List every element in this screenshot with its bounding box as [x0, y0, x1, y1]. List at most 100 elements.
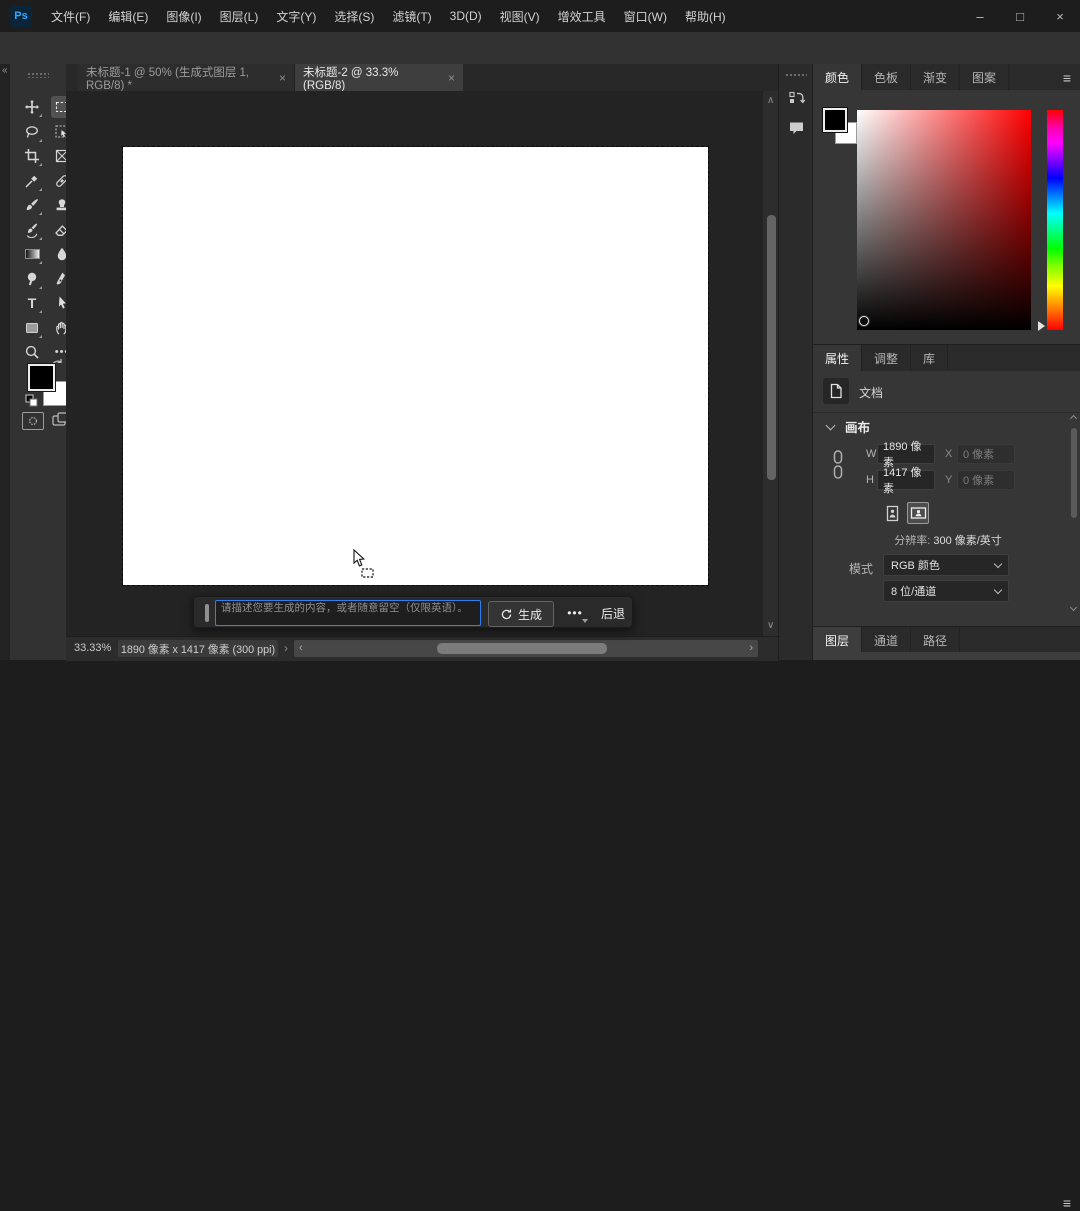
brush-tool[interactable]	[21, 194, 43, 216]
scroll-left-icon[interactable]: ‹	[299, 642, 303, 654]
menu-type[interactable]: 文字(Y)	[267, 8, 325, 25]
crop-tool[interactable]	[21, 145, 43, 167]
canvas-vertical-scrollbar[interactable]: ∧ ∨	[762, 91, 779, 636]
generative-prompt-input[interactable]	[215, 600, 481, 626]
menu-view[interactable]: 视图(V)	[491, 8, 549, 25]
quick-mask-icon[interactable]	[22, 412, 44, 430]
minimize-button[interactable]: –	[960, 0, 1000, 32]
tool-bar: T •••	[10, 64, 73, 660]
title-bar: Ps 文件(F) 编辑(E) 图像(I) 图层(L) 文字(Y) 选择(S) 滤…	[0, 0, 1080, 33]
status-expand-icon[interactable]: ›	[284, 641, 288, 655]
section-chevron-icon[interactable]	[825, 420, 836, 431]
lasso-tool[interactable]	[21, 121, 43, 143]
dock-grip[interactable]	[785, 73, 807, 77]
more-flyout-icon	[582, 619, 588, 623]
menu-select[interactable]: 选择(S)	[325, 8, 383, 25]
zoom-tool[interactable]	[21, 341, 43, 363]
tab-gradients[interactable]: 渐变	[911, 64, 961, 90]
options-bar: 羽化: 消除锯齿 样式: 正常 宽度: ⇄ 高度: 选择并遮住 ... 共享	[0, 32, 1080, 93]
eyedropper-tool[interactable]	[21, 170, 43, 192]
menu-edit[interactable]: 编辑(E)	[99, 8, 157, 25]
properties-panel-tabs: 属性 调整 库 ≡	[813, 344, 1080, 647]
panel-menu-icon[interactable]: ≡	[1063, 70, 1071, 86]
maximize-button[interactable]: □	[1000, 0, 1040, 32]
collapsed-panel-dock	[778, 64, 813, 660]
tab-adjustments[interactable]: 调整	[862, 345, 912, 371]
gradient-tool[interactable]	[21, 243, 43, 265]
canvas-x-input[interactable]: 0 像素	[957, 444, 1015, 464]
properties-scrollbar[interactable]	[1069, 414, 1079, 612]
panel-menu-icon[interactable]: ≡	[1063, 1195, 1071, 1211]
document-tab-bar: 未标题-1 @ 50% (生成式图层 1, RGB/8) * × 未标题-2 @…	[66, 64, 778, 92]
tab-properties[interactable]: 属性	[813, 345, 863, 371]
back-button[interactable]: 后退	[596, 601, 630, 625]
scroll-up-icon[interactable]: ∧	[767, 96, 774, 106]
orientation-portrait-button[interactable]	[881, 502, 903, 524]
h-label: H	[866, 474, 874, 486]
tab-close-icon[interactable]: ×	[279, 71, 286, 85]
canvas-viewport[interactable]	[66, 91, 762, 636]
menu-window[interactable]: 窗口(W)	[615, 8, 676, 25]
canvas-height-input[interactable]: 1417 像素	[877, 467, 935, 495]
tab-close-icon[interactable]: ×	[448, 71, 455, 85]
canvas-width-input[interactable]: 1890 像素	[877, 441, 935, 469]
menu-3d[interactable]: 3D(D)	[441, 9, 491, 23]
scroll-right-icon[interactable]: ›	[749, 642, 753, 654]
default-colors-icon[interactable]	[25, 394, 38, 412]
vertical-scroll-thumb[interactable]	[766, 215, 776, 480]
document-properties-icon[interactable]	[823, 378, 849, 404]
mode-label: 模式	[849, 562, 874, 576]
tab-libraries[interactable]: 库	[911, 345, 949, 371]
rectangle-tool[interactable]	[21, 317, 43, 339]
history-panel-icon[interactable]	[784, 86, 808, 110]
horizontal-scroll-thumb[interactable]	[437, 643, 607, 654]
type-tool[interactable]: T	[21, 292, 43, 314]
canvas-with-selection[interactable]	[122, 146, 709, 586]
collapse-dock-icon[interactable]: «	[2, 65, 8, 76]
hue-slider[interactable]	[1047, 110, 1063, 330]
menu-plugins[interactable]: 增效工具	[549, 8, 615, 25]
color-mode-select[interactable]: RGB 颜色	[883, 554, 1009, 576]
menu-file[interactable]: 文件(F)	[42, 8, 99, 25]
tab-color[interactable]: 颜色	[813, 64, 863, 90]
hue-slider-marker[interactable]	[1038, 321, 1045, 331]
taskbar-more-button[interactable]: •••	[560, 601, 590, 625]
menu-layer[interactable]: 图层(L)	[211, 8, 268, 25]
document-tab-active[interactable]: 未标题-2 @ 33.3%(RGB/8) ×	[295, 64, 463, 92]
document-dimensions[interactable]: 1890 像素 x 1417 像素 (300 ppi)	[118, 640, 278, 657]
comments-panel-icon[interactable]	[784, 116, 808, 140]
scroll-up-icon[interactable]	[1069, 414, 1078, 423]
tab-swatches[interactable]: 色板	[862, 64, 912, 90]
close-button[interactable]: ×	[1040, 0, 1080, 32]
toolbar-grip[interactable]	[27, 72, 49, 78]
menu-filter[interactable]: 滤镜(T)	[383, 8, 440, 25]
color-field[interactable]	[857, 110, 1031, 330]
panel-foreground-swatch[interactable]	[823, 108, 847, 132]
generate-button[interactable]: 生成	[488, 601, 554, 627]
scroll-down-icon[interactable]: ∨	[767, 621, 774, 631]
bit-depth-select[interactable]: 8 位/通道	[883, 580, 1009, 602]
properties-scroll-thumb[interactable]	[1071, 428, 1077, 518]
scroll-down-icon[interactable]	[1069, 603, 1078, 612]
tab-channels[interactable]: 通道	[862, 627, 912, 653]
orientation-landscape-button[interactable]	[907, 502, 929, 524]
history-brush-tool[interactable]	[21, 219, 43, 241]
color-field-marker[interactable]	[859, 316, 869, 326]
tab-patterns[interactable]: 图案	[960, 64, 1010, 90]
link-dimensions-icon[interactable]	[831, 449, 845, 486]
zoom-level[interactable]: 33.33%	[74, 642, 111, 654]
canvas-horizontal-scrollbar[interactable]: ‹ ›	[294, 640, 758, 657]
menu-image[interactable]: 图像(I)	[157, 8, 210, 25]
foreground-color-swatch[interactable]	[28, 364, 55, 391]
w-label: W	[866, 448, 877, 460]
dodge-tool[interactable]	[21, 268, 43, 290]
status-bar: 33.33% 1890 像素 x 1417 像素 (300 ppi) › ‹ ›	[66, 636, 778, 661]
move-tool[interactable]	[21, 96, 43, 118]
menu-help[interactable]: 帮助(H)	[676, 8, 735, 25]
taskbar-grip[interactable]	[205, 604, 209, 622]
canvas-y-input[interactable]: 0 像素	[957, 470, 1015, 490]
document-tab-inactive[interactable]: 未标题-1 @ 50% (生成式图层 1, RGB/8) * ×	[78, 64, 295, 92]
tab-layers[interactable]: 图层	[813, 627, 863, 653]
tab-paths[interactable]: 路径	[911, 627, 961, 653]
contextual-taskbar: 生成 ••• 后退	[193, 596, 633, 628]
